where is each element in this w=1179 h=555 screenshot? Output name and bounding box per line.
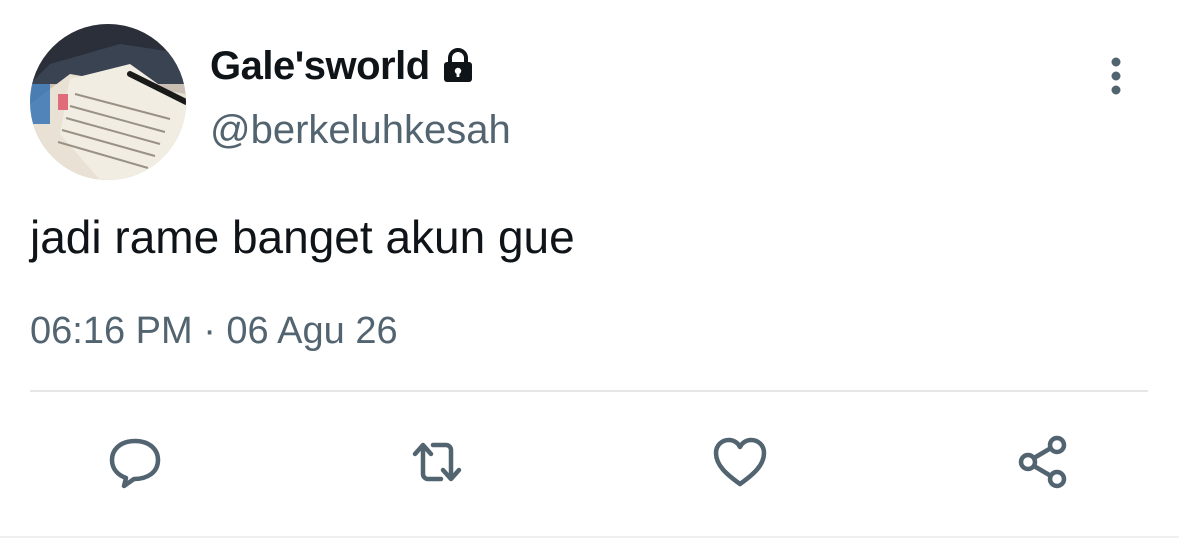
more-options-button[interactable] — [1096, 52, 1136, 100]
lock-icon — [438, 46, 478, 86]
more-vertical-icon — [1111, 57, 1121, 95]
avatar-image — [30, 24, 186, 180]
divider — [30, 390, 1148, 392]
heart-icon — [713, 437, 767, 487]
tweet-text: jadi rame banget akun gue — [30, 211, 575, 263]
share-icon — [1018, 435, 1067, 489]
retweet-icon — [412, 442, 462, 482]
tweet-card: Gale'sworld @berkeluhkesah jadi rame ban… — [0, 0, 1179, 555]
display-name[interactable]: Gale'sworld — [210, 44, 430, 89]
user-handle[interactable]: @berkeluhkesah — [210, 108, 511, 153]
display-name-row: Gale'sworld — [210, 40, 478, 92]
retweet-button[interactable] — [405, 430, 469, 494]
tweet-timestamp[interactable]: 06:16 PM · 06 Agu 26 — [30, 310, 398, 353]
share-button[interactable] — [1012, 430, 1076, 494]
like-button[interactable] — [708, 430, 772, 494]
avatar[interactable] — [30, 24, 186, 180]
bottom-divider — [0, 536, 1179, 538]
reply-icon — [109, 438, 161, 489]
reply-button[interactable] — [103, 430, 167, 494]
